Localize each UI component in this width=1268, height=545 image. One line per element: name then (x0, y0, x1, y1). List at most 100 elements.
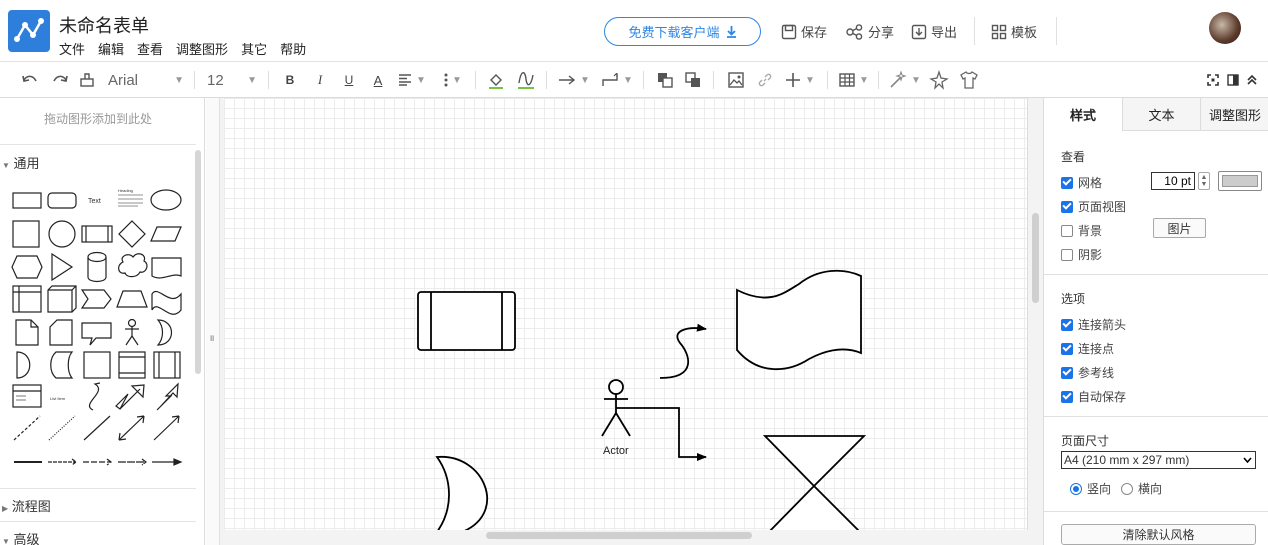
link-icon (758, 73, 772, 87)
section-divider (1044, 511, 1268, 512)
app-logo-icon[interactable] (8, 10, 50, 52)
page-view-label: 页面视图 (1078, 200, 1127, 214)
font-family-select[interactable]: Arial ▼ (108, 70, 184, 90)
menu-extras[interactable]: 其它 (241, 39, 267, 58)
align-button[interactable]: ▼ (396, 70, 428, 90)
format-painter-button[interactable] (77, 70, 97, 90)
share-button[interactable]: 分享 (846, 22, 894, 41)
menu-view[interactable]: 查看 (137, 39, 163, 58)
left-panel-splitter[interactable]: ॥ (206, 98, 220, 545)
background-label: 背景 (1078, 224, 1103, 238)
connect-arrows-checkbox[interactable]: 连接箭头 (1061, 316, 1126, 333)
guides-label: 参考线 (1078, 366, 1115, 380)
table-button[interactable]: ▼ (838, 70, 870, 90)
tab-text[interactable]: 文本 (1122, 98, 1200, 131)
insert-link-button[interactable] (756, 70, 774, 90)
download-client-button[interactable]: 免费下载客户端 (604, 17, 761, 46)
underline-button[interactable]: U (341, 70, 357, 90)
page-view-checkbox-box[interactable] (1061, 200, 1073, 213)
connect-points-checkbox-box[interactable] (1061, 342, 1073, 355)
font-size-select[interactable]: 12 ▼ (207, 70, 257, 90)
curved-arrow[interactable] (659, 323, 707, 379)
section-general[interactable]: ▼ 通用 (2, 153, 40, 172)
format-toolbar: Arial ▼ 12 ▼ B I U A ▼ ▼ ▼ ▼ ▼ ▼ ▼ (0, 62, 1268, 98)
app-window: 未命名表单 文件 编辑 查看 调整图形 其它 帮助 免费下载客户端 保存 分享 … (0, 0, 1268, 545)
grid-checkbox-box[interactable] (1061, 176, 1073, 189)
left-panel-scrollbar[interactable] (195, 150, 201, 374)
toggle-format-panel-button[interactable] (1226, 70, 1240, 90)
undo-button[interactable] (20, 70, 40, 90)
style-shirt-button[interactable] (958, 70, 980, 90)
portrait-radio-dot[interactable] (1070, 482, 1082, 495)
background-image-button[interactable]: 图片 (1153, 218, 1206, 238)
menu-arrange[interactable]: 调整图形 (176, 39, 228, 58)
page-view-checkbox[interactable]: 页面视图 (1061, 198, 1126, 215)
italic-button[interactable]: I (312, 70, 328, 90)
save-label: 保存 (801, 25, 828, 40)
process-shape[interactable] (417, 291, 516, 351)
tab-style[interactable]: 样式 (1044, 98, 1122, 131)
background-checkbox-box[interactable] (1061, 224, 1073, 237)
canvas-page[interactable]: Actor (224, 98, 1028, 530)
line-color-button[interactable] (516, 70, 536, 90)
tape-shape[interactable] (736, 269, 862, 371)
orientation-portrait-radio[interactable]: 竖向 (1070, 480, 1111, 497)
landscape-radio-dot[interactable] (1121, 482, 1133, 495)
bring-to-front-icon (658, 73, 673, 88)
or-shape[interactable] (435, 456, 489, 530)
canvas-vertical-scrollbar[interactable] (1032, 213, 1039, 303)
save-button[interactable]: 保存 (781, 22, 827, 41)
connect-points-checkbox[interactable]: 连接点 (1061, 340, 1114, 357)
insert-button[interactable]: ▼ (782, 70, 818, 90)
fullscreen-button[interactable] (1206, 70, 1220, 90)
section-divider (0, 488, 196, 489)
collate-shape[interactable] (762, 435, 867, 530)
font-color-button[interactable]: A (370, 70, 386, 90)
menu-help[interactable]: 帮助 (280, 39, 306, 58)
elbow-connector[interactable] (616, 407, 707, 461)
diagram-canvas[interactable]: Actor (220, 98, 1043, 545)
document-title[interactable]: 未命名表单 (59, 12, 149, 38)
edit-style-button[interactable]: ▼ (888, 70, 922, 90)
menu-edit[interactable]: 编辑 (98, 39, 124, 58)
collapse-toolbar-button[interactable] (1245, 70, 1259, 90)
waypoint-style-button[interactable]: ▼ (600, 70, 634, 90)
bold-button[interactable]: B (282, 70, 298, 90)
section-advanced[interactable]: ▼ 高级 (2, 529, 40, 545)
grid-color-button[interactable] (1218, 171, 1262, 191)
insert-image-button[interactable] (727, 70, 745, 90)
page-size-select[interactable]: A4 (210 mm x 297 mm) (1061, 451, 1256, 469)
vertical-align-button[interactable]: ▼ (438, 70, 468, 90)
panel-right-icon (1227, 74, 1239, 86)
section-flowchart[interactable]: ▶ 流程图 (2, 496, 51, 515)
guides-checkbox[interactable]: 参考线 (1061, 364, 1114, 381)
send-to-back-button[interactable] (684, 70, 702, 90)
toolbar-divider (268, 71, 269, 89)
shape-palette-general[interactable]: Text Heading List Item (0, 178, 196, 478)
user-avatar[interactable] (1209, 12, 1241, 44)
theme-button[interactable] (928, 70, 950, 90)
menu-file[interactable]: 文件 (59, 39, 85, 58)
reset-default-style-button[interactable]: 清除默认风格 (1061, 524, 1256, 545)
grid-size-stepper[interactable]: ▲ ▼ (1198, 172, 1210, 190)
grid-checkbox[interactable]: 网格 (1061, 174, 1102, 191)
autosave-checkbox[interactable]: 自动保存 (1061, 388, 1126, 405)
canvas-horizontal-scrollbar[interactable] (486, 532, 752, 539)
tab-arrange[interactable]: 调整图形 (1200, 98, 1268, 131)
orientation-landscape-radio[interactable]: 横向 (1121, 480, 1162, 497)
guides-checkbox-box[interactable] (1061, 366, 1073, 379)
bring-to-front-button[interactable] (656, 70, 674, 90)
redo-button[interactable] (50, 70, 70, 90)
diagram-shapes[interactable]: Actor (224, 98, 1028, 530)
grid-size-input[interactable] (1151, 172, 1195, 190)
shadow-checkbox-box[interactable] (1061, 248, 1073, 261)
fill-color-button[interactable] (487, 70, 505, 90)
background-checkbox[interactable]: 背景 (1061, 222, 1102, 239)
export-button[interactable]: 导出 (911, 22, 957, 41)
connector-style-button[interactable]: ▼ (558, 70, 590, 90)
shadow-checkbox[interactable]: 阴影 (1061, 246, 1102, 263)
template-button[interactable]: 模板 (991, 22, 1037, 41)
autosave-checkbox-box[interactable] (1061, 390, 1073, 403)
shape-text-label: Text (88, 198, 101, 205)
connect-arrows-checkbox-box[interactable] (1061, 318, 1073, 331)
